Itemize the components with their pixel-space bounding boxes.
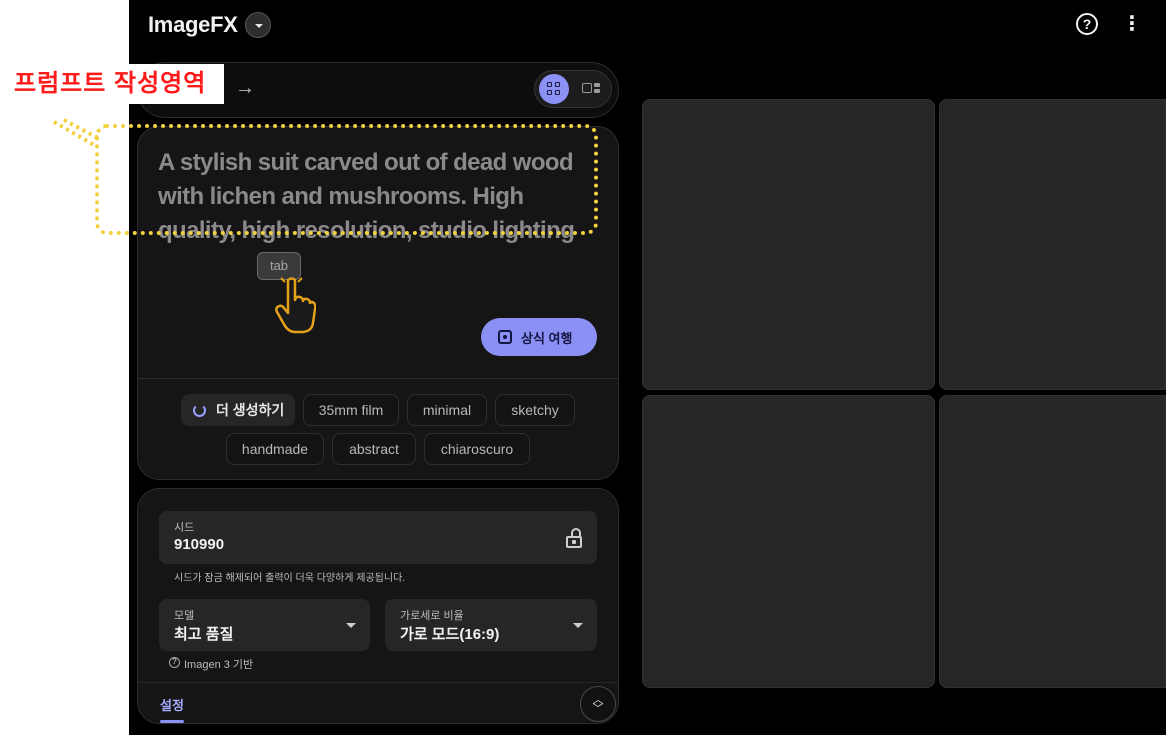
divider — [138, 682, 618, 683]
surprise-me-label: 상식 여행 — [521, 331, 573, 346]
hand-cursor-icon — [275, 277, 316, 334]
dice-icon — [498, 330, 512, 344]
image-tile-4[interactable] — [939, 395, 1166, 688]
help-icon[interactable]: ? — [1076, 13, 1098, 35]
model-select[interactable]: 모델 최고 품질 — [159, 599, 370, 651]
aspect-ratio-select[interactable]: 가로세로 비율 가로 모드(16:9) — [385, 599, 597, 651]
seed-value: 910990 — [174, 536, 225, 553]
tab-settings[interactable]: 설정 — [160, 695, 184, 714]
help-circle-icon: ? — [169, 657, 180, 668]
divider — [138, 378, 618, 379]
aspect-ratio-label: 가로세로 비율 — [400, 610, 464, 622]
regenerate-chip[interactable]: 더 생성하기 — [181, 394, 295, 426]
arrow-right-icon[interactable]: → — [235, 77, 255, 100]
annotation-highlight-box — [95, 124, 598, 235]
surprise-me-button[interactable]: 상식 여행 — [481, 318, 597, 356]
annotation-pointer — [53, 118, 99, 148]
style-chip-minimal[interactable]: minimal — [407, 394, 487, 426]
image-tile-2[interactable] — [939, 99, 1166, 390]
style-chip-abstract[interactable]: abstract — [332, 433, 416, 465]
list-view-icon[interactable] — [582, 81, 602, 97]
style-chip-35mm-film[interactable]: 35mm film — [303, 394, 399, 426]
expand-icon[interactable]: ︿ ﹀ — [580, 686, 616, 722]
model-note: Imagen 3 기반 — [184, 659, 254, 671]
unlock-icon[interactable] — [566, 528, 584, 548]
image-tile-1[interactable] — [642, 99, 935, 390]
refresh-icon — [193, 404, 206, 417]
grid-view-icon[interactable] — [539, 74, 569, 104]
style-chip-sketchy[interactable]: sketchy — [495, 394, 575, 426]
style-chip-chiaroscuro[interactable]: chiaroscuro — [424, 433, 530, 465]
seed-hint: 시드가 잠금 해제되어 출력이 더욱 다양하게 제공됩니다. — [174, 573, 406, 584]
aspect-ratio-value: 가로 모드(16:9) — [400, 626, 500, 643]
model-label: 모델 — [174, 610, 195, 622]
chevron-down-icon — [346, 623, 356, 628]
annotation-label: 프럼프트 작성영역 — [0, 64, 224, 104]
more-vert-icon[interactable]: ⋮ — [1122, 13, 1142, 35]
seed-label: 시드 — [174, 522, 195, 534]
app-title[interactable]: ImageFX — [148, 12, 238, 38]
chevron-down-icon[interactable] — [245, 12, 271, 38]
seed-field[interactable]: 시드 910990 — [159, 511, 597, 564]
regenerate-label: 더 생성하기 — [216, 402, 285, 418]
style-chip-handmade[interactable]: handmade — [226, 433, 324, 465]
image-tile-3[interactable] — [642, 395, 935, 688]
chevron-down-icon — [573, 623, 583, 628]
tab-indicator — [160, 720, 184, 723]
model-value: 최고 품질 — [174, 626, 234, 643]
